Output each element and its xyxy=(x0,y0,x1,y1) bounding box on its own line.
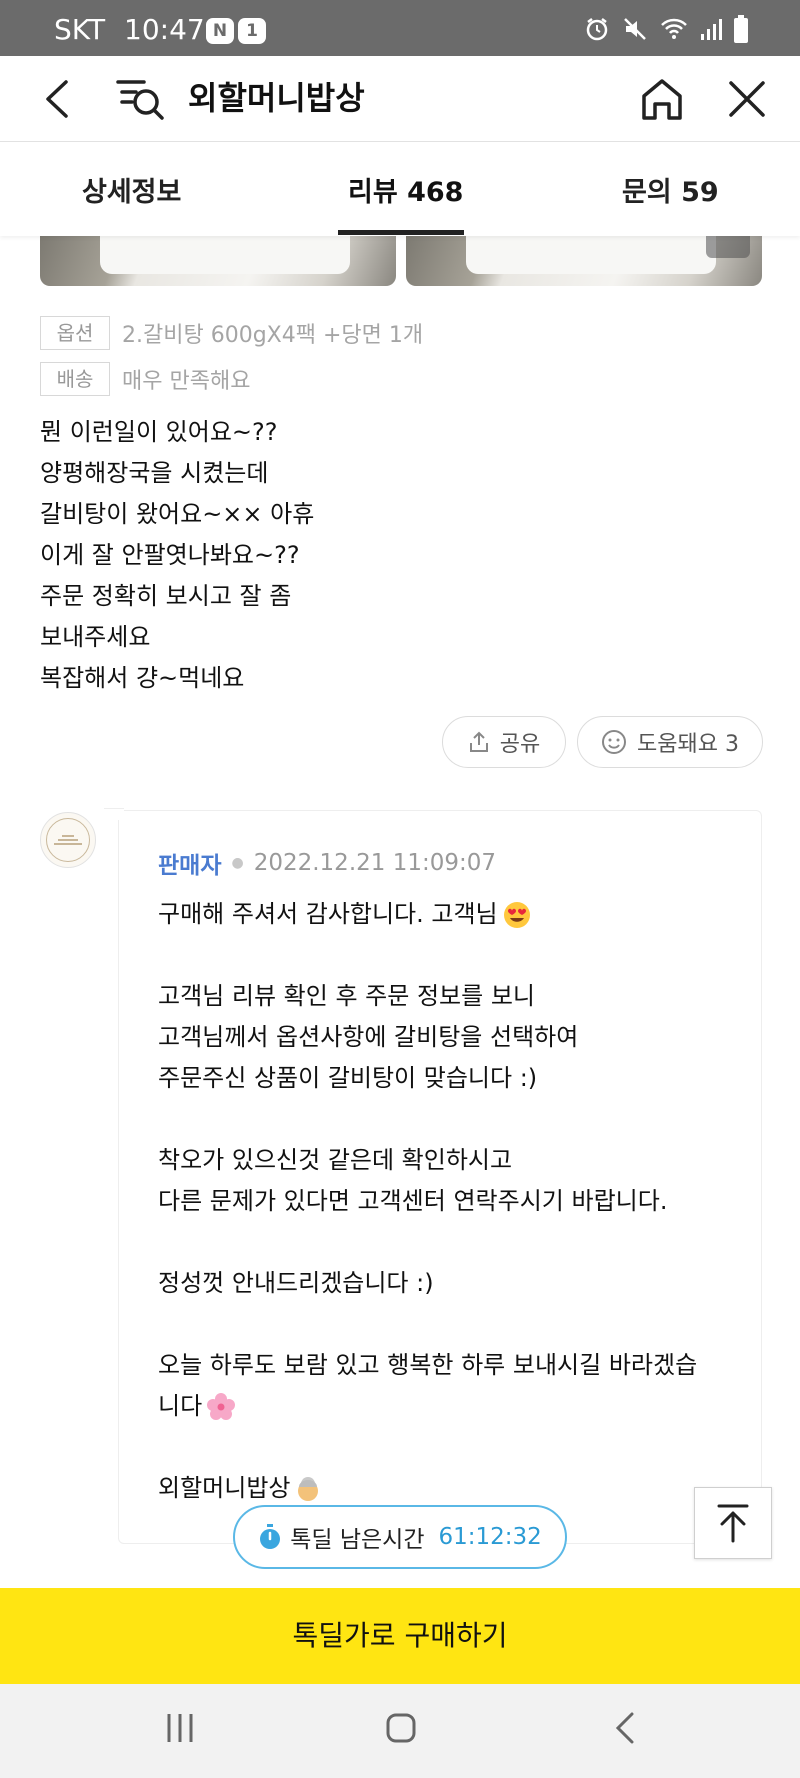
home-icon[interactable] xyxy=(638,76,686,122)
back-icon[interactable] xyxy=(38,78,78,120)
reply-date: 2022.12.21 11:09:07 xyxy=(253,850,497,876)
reply-line: 다른 문제가 있다면 고객센터 연락주시기 바랍니다. xyxy=(158,1187,668,1215)
tab-inquiries[interactable]: 문의 59 xyxy=(622,170,719,209)
review-line: 갈비탕이 왔어요~×× 아휴 xyxy=(40,500,315,528)
helpful-label: 도움돼요 3 xyxy=(637,732,739,757)
app-screen: SKT 10:47 N 1 외할머니밥상 상세정보 리뷰 468 문의 59 옵… xyxy=(0,0,800,1778)
seller-reply-header: 판매자 ● 2022.12.21 11:09:07 xyxy=(158,846,496,880)
scroll-to-top-button[interactable] xyxy=(694,1487,772,1559)
old-woman-emoji-icon xyxy=(298,1477,319,1501)
reply-line xyxy=(158,1304,748,1345)
seller-logo xyxy=(46,818,90,862)
delivery-tag: 배송 xyxy=(40,362,110,396)
review-line: 복잡해서 걍~먹네요 xyxy=(40,664,245,692)
review-line: 이게 잘 안팔엿나봐요~?? xyxy=(40,541,300,569)
helpful-button[interactable]: 도움돼요 3 xyxy=(577,716,763,768)
delivery-value: 매우 만족해요 xyxy=(122,369,251,394)
reply-line xyxy=(158,1427,748,1468)
wifi-icon xyxy=(661,18,687,39)
buy-button[interactable]: 톡딜가로 구매하기 xyxy=(0,1588,800,1684)
carrier-label: SKT xyxy=(54,13,106,46)
clock: 10:47 xyxy=(124,13,205,46)
active-tab-indicator xyxy=(338,230,464,235)
share-icon xyxy=(469,731,488,752)
heart-eyes-emoji-icon xyxy=(503,902,530,928)
reply-line: 외할머니밥상 xyxy=(158,1468,748,1509)
tab-bar: 상세정보 리뷰 468 문의 59 xyxy=(0,142,800,236)
status-bar: SKT 10:47 N 1 xyxy=(0,0,800,56)
delivery-row: 배송 매우 만족해요 xyxy=(40,362,250,396)
reply-author: 판매자 xyxy=(158,853,222,879)
close-icon[interactable] xyxy=(726,78,768,120)
review-line: 뭔 이런일이 있어요~?? xyxy=(40,418,278,446)
review-photo[interactable] xyxy=(40,236,396,286)
tab-details[interactable]: 상세정보 xyxy=(82,170,181,209)
review-line: 보내주세요 xyxy=(40,623,151,651)
reply-line: 오늘 하루도 보람 있고 행복한 하루 보내시길 바라겠습 xyxy=(158,1351,698,1379)
status-icons xyxy=(584,14,748,44)
timer-label: 톡딜 남은시간 xyxy=(290,1527,425,1553)
seller-avatar xyxy=(40,812,96,868)
option-value: 2.갈비탕 600gX4팩 +당면 1개 xyxy=(122,323,424,348)
expand-icon[interactable] xyxy=(706,236,750,258)
share-button[interactable]: 공유 xyxy=(442,716,566,768)
review-body: 뭔 이런일이 있어요~?? 양평해장국을 시켰는데 갈비탕이 왔어요~×× 아휴… xyxy=(40,412,760,699)
option-row: 옵션 2.갈비탕 600gX4팩 +당면 1개 xyxy=(40,316,423,350)
reply-line: 주문주신 상품이 갈비탕이 맞습니다 :) xyxy=(158,1064,538,1092)
timer-value: 61:12:32 xyxy=(438,1524,542,1550)
alarm-icon xyxy=(586,18,608,41)
reply-line: 고객님께서 옵션사항에 갈비탕을 선택하여 xyxy=(158,1023,579,1051)
signal-icon xyxy=(701,19,722,40)
review-line: 주문 정확히 보시고 잘 좀 xyxy=(40,582,292,610)
top-app-bar: 외할머니밥상 xyxy=(0,56,800,142)
reply-line: 고객님 리뷰 확인 후 주문 정보를 보니 xyxy=(158,982,535,1010)
reply-line: 구매해 주셔서 감사합니다. 고객님 xyxy=(158,894,748,935)
share-label: 공유 xyxy=(499,732,541,757)
naver-notification-badge: N xyxy=(206,18,234,44)
search-list-icon[interactable] xyxy=(116,76,166,122)
tab-reviews[interactable]: 리뷰 468 xyxy=(348,170,463,209)
cherry-blossom-emoji-icon xyxy=(207,1393,236,1420)
review-line: 양평해장국을 시켰는데 xyxy=(40,459,269,487)
seller-reply-body: 구매해 주셔서 감사합니다. 고객님 고객님 리뷰 확인 후 주문 정보를 보니… xyxy=(158,894,748,1509)
reply-line xyxy=(158,1099,748,1140)
deal-timer: 톡딜 남은시간 61:12:32 xyxy=(233,1505,567,1569)
back-nav-icon[interactable] xyxy=(612,1712,638,1744)
review-photo[interactable] xyxy=(406,236,762,286)
reply-line xyxy=(158,1222,748,1263)
smile-icon xyxy=(602,730,627,754)
notification-count-badge: 1 xyxy=(238,18,266,44)
option-tag: 옵션 xyxy=(40,316,110,350)
reply-line: 니다 xyxy=(158,1386,748,1427)
page-title: 외할머니밥상 xyxy=(188,79,365,117)
reply-line: 정성껏 안내드리겠습니다 :) xyxy=(158,1269,434,1297)
reply-line: 착오가 있으신것 같은데 확인하시고 xyxy=(158,1146,513,1174)
stopwatch-icon xyxy=(260,1524,281,1549)
system-nav-bar xyxy=(0,1684,800,1778)
mute-icon xyxy=(624,18,646,40)
battery-icon xyxy=(734,15,748,43)
reply-line xyxy=(158,935,748,976)
arrow-up-icon xyxy=(717,1504,749,1543)
recent-apps-icon[interactable] xyxy=(164,1712,196,1744)
home-nav-icon[interactable] xyxy=(385,1712,417,1744)
